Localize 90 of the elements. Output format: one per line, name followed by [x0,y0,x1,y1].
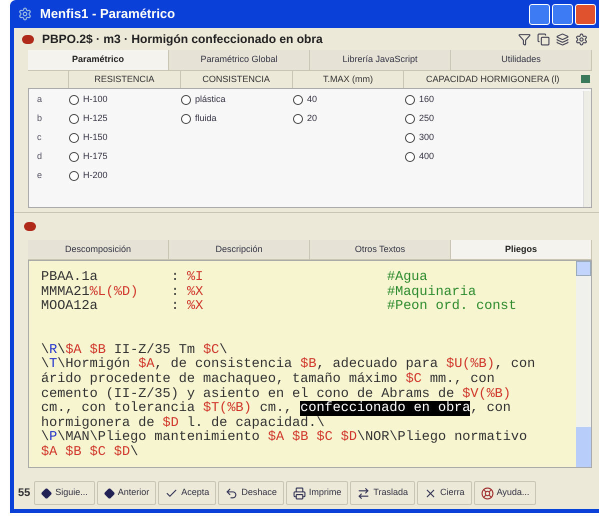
undo-icon [225,486,238,500]
tab[interactable]: Librería JavaScript [310,50,451,70]
check-icon [165,486,178,500]
copy-icon[interactable] [537,32,550,46]
diamond-icon [41,488,52,498]
row-label: e [36,169,44,182]
lifebuoy-icon [480,486,494,500]
tab[interactable]: Paramétrico Global [169,50,310,70]
printer-icon [292,486,306,500]
filter-icon[interactable] [518,32,531,46]
scrollbar[interactable] [576,261,591,467]
option-label: 40 [307,93,318,106]
code-line: árido procedente de machaqueo, tamaño máximo $C mm., con [41,372,495,387]
radio-button[interactable] [293,114,303,124]
toolbar-button[interactable]: Siguie... [34,481,95,505]
item-title: PBPO.2$ · m3 · Hormigón confeccionado en obra [42,31,323,48]
code-token: MMMA21%L(%D) [41,286,140,300]
code-comment: #Peon ord. const [387,300,517,315]
close-icon [424,486,438,500]
option-label: H-175 [83,150,108,164]
tab[interactable]: Utilidades [451,50,592,70]
option-label: 300 [419,131,434,144]
radio-button[interactable] [293,95,303,105]
option-label: 20 [307,112,318,126]
radio-button[interactable] [69,95,79,105]
code-line: cm., con tolerancia $T(%B) cm., confeccionado en obra, con [41,402,511,416]
radio-button[interactable] [405,95,415,105]
option-label: H-125 [83,112,108,126]
code-line: \P\MAN\Pliego mantenimiento $A $B $C $D\NOR\Pliego normativo [41,431,528,446]
option-label: H-200 [83,169,108,182]
maximize-button[interactable] [552,4,573,24]
code-token: : [171,300,180,315]
tab[interactable]: Descripción [169,240,310,259]
tab[interactable]: Paramétrico [28,50,169,70]
radio-button[interactable] [181,114,191,124]
tab[interactable]: Descomposición [28,240,169,259]
diamond-icon [104,488,115,498]
close-button[interactable] [575,4,596,24]
window-title: Menfis1 - Paramétrico [40,5,176,24]
code-token: MOOA12a [41,300,99,315]
radio-button[interactable] [69,171,79,181]
tab[interactable]: Pliegos [451,240,592,259]
toolbar-button[interactable]: Acepta [158,481,216,505]
code-token: : [171,286,180,300]
code-line: hormigonera de $D l. de capacidad.\ [41,416,325,431]
arrows-icon [357,486,370,500]
radio-button[interactable] [69,152,79,162]
row-label: a [36,93,44,106]
row-label: d [36,150,44,164]
code-line: \T\Hormigón $A, de consistencia $B, adecuado para $U(%B), con [41,358,536,372]
code-comment: #Maquinaria [387,286,476,300]
toolbar-button[interactable]: Imprime [286,481,348,505]
tab[interactable]: Otros Textos [310,240,451,259]
radio-button[interactable] [405,133,415,143]
app-icon [18,7,32,21]
row-label: b [36,112,44,126]
option-label: H-150 [83,131,108,144]
code-token: %X [187,286,204,300]
row-label: c [36,131,42,144]
scrollbar[interactable] [583,90,591,206]
radio-button[interactable] [405,114,415,124]
option-label: 250 [419,112,434,126]
toolbar-button[interactable]: Deshace [218,481,284,505]
code-token: : [171,271,180,286]
minimize-button[interactable] [529,4,550,24]
code-token: %I [187,271,204,286]
record-count: 55 [18,486,32,501]
radio-button[interactable] [181,95,191,105]
code-comment: #Agua [387,271,428,285]
option-label: fluida [195,112,217,126]
stone-icon [24,222,36,230]
toolbar-button[interactable]: Cierra [417,481,472,505]
code-line: cemento (II-Z/35) y asiento en el cono de Abrams de $V(%B) [41,388,511,402]
radio-button[interactable] [69,133,79,143]
toolbar-button[interactable]: Anterior [96,481,156,505]
radio-button[interactable] [69,114,79,124]
option-label: plástica [195,93,226,106]
code-line: \R\$A $B II-Z/35 Tm $C\ [41,344,228,358]
radio-button[interactable] [405,152,415,162]
toolbar-button[interactable]: Traslada [350,481,416,505]
option-label: 400 [419,150,434,164]
code-token: PBAA.1a [41,271,99,285]
toolbar-button[interactable]: Ayuda... [474,481,536,505]
code-token: %X [187,300,204,315]
layers-icon[interactable] [556,32,569,46]
code-line: $A $B $C $D\ [41,446,138,461]
option-label: H-100 [83,93,108,106]
option-label: 160 [419,93,434,106]
stone-icon [22,34,34,44]
settings-icon[interactable] [575,32,588,46]
